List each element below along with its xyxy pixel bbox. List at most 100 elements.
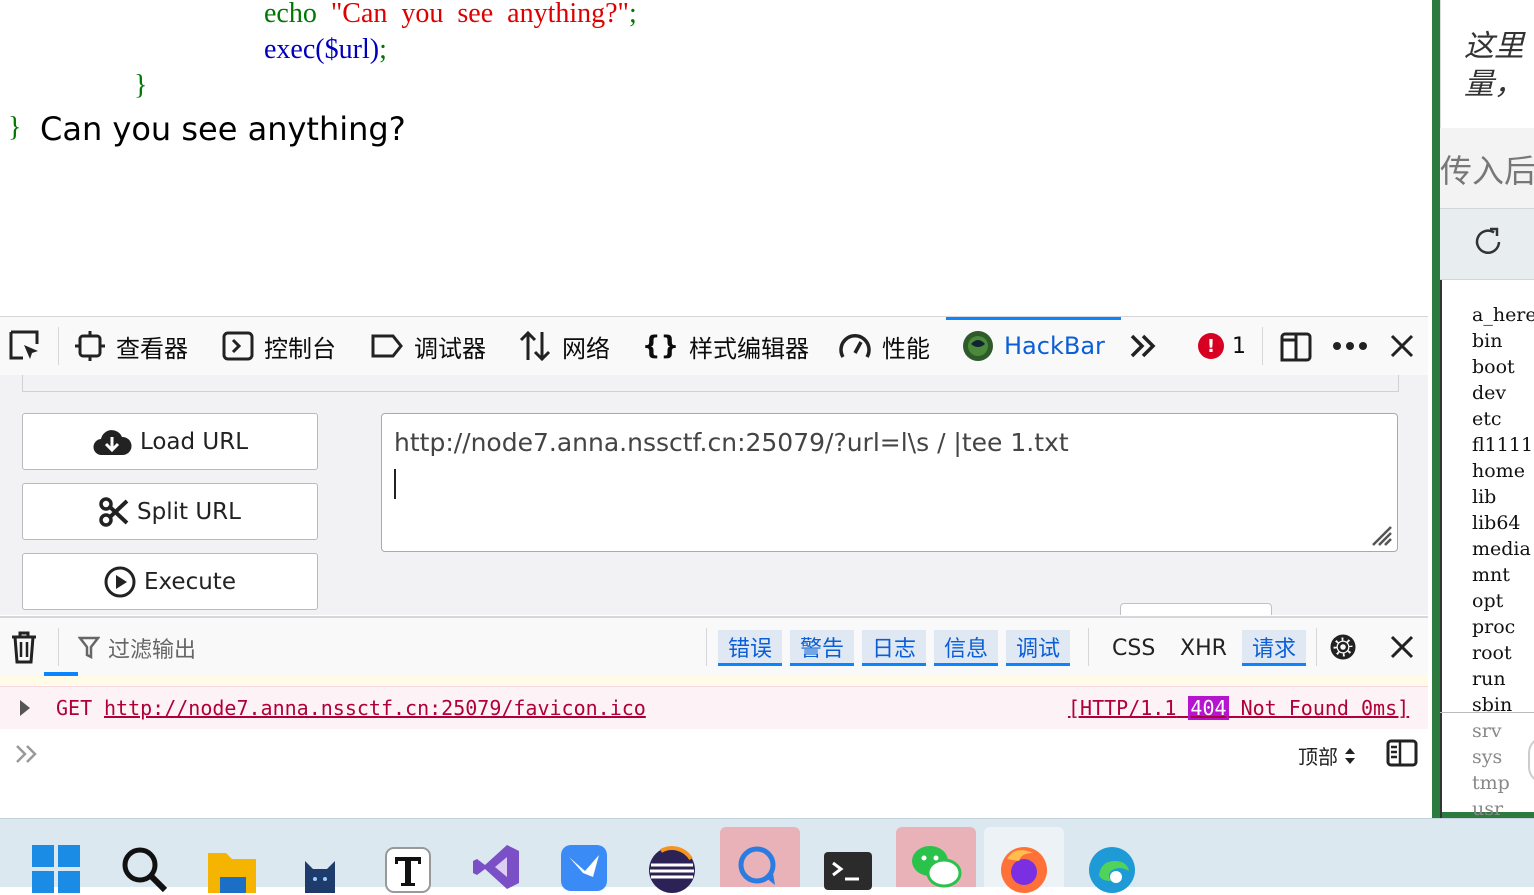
- console-close-button[interactable]: [1388, 633, 1416, 666]
- element-picker-button[interactable]: [8, 317, 42, 375]
- context-label: 顶部: [1298, 745, 1338, 769]
- tab-hackbar-label: HackBar: [1004, 332, 1105, 360]
- hackbar-logo-icon: [963, 331, 993, 361]
- more-options-icon: [1333, 342, 1367, 350]
- tab-console[interactable]: 控制台: [222, 317, 336, 375]
- error-icon: !: [1198, 333, 1224, 359]
- tab-style-editor[interactable]: {} 样式编辑器: [642, 317, 809, 375]
- error-count-button[interactable]: ! 1: [1198, 317, 1246, 375]
- filter-requests[interactable]: 请求: [1242, 630, 1307, 666]
- sidebar-toggle-button[interactable]: [1386, 739, 1418, 772]
- tab-style-editor-label: 样式编辑器: [689, 334, 810, 363]
- braces-icon: {}: [642, 331, 680, 361]
- hackbar-partial-control[interactable]: [1120, 603, 1272, 615]
- terminal-icon: [824, 852, 872, 890]
- wechat-icon: [912, 846, 962, 888]
- filter-css[interactable]: CSS: [1112, 630, 1155, 666]
- firefox-button[interactable]: [984, 827, 1064, 893]
- split-url-button[interactable]: Split URL: [22, 483, 318, 540]
- side-text-line2: 量，: [1464, 67, 1524, 102]
- tab-hackbar[interactable]: HackBar: [946, 317, 1121, 375]
- close-icon: [1390, 635, 1414, 659]
- request-url-link[interactable]: http://node7.anna.nssctf.cn:25079/favico…: [104, 696, 646, 720]
- side-window-heading: 这里 量，: [1464, 28, 1524, 104]
- tab-network[interactable]: 网络: [518, 317, 610, 375]
- side-window: 这里 量， 传入后 a_here_bin boot dev etc fl1111a hom…: [1428, 0, 1534, 818]
- eclipse-button[interactable]: [632, 827, 712, 893]
- list-item: tmp: [1472, 772, 1510, 794]
- feishu-icon: [561, 845, 607, 891]
- clear-console-button[interactable]: [10, 630, 38, 669]
- side-text-line1: 这里: [1464, 29, 1524, 64]
- list-item: run: [1472, 668, 1506, 690]
- start-button[interactable]: [16, 827, 96, 893]
- filter-debug[interactable]: 调试: [1006, 630, 1071, 666]
- list-item: dev: [1472, 382, 1507, 404]
- terminal-button[interactable]: [808, 827, 888, 890]
- directory-listing: a_here_bin boot dev etc fl1111a home lib lib64 m…: [1472, 302, 1534, 818]
- list-item: boot: [1472, 356, 1515, 378]
- load-url-button[interactable]: Load URL: [22, 413, 318, 470]
- edge-button[interactable]: [1072, 827, 1152, 893]
- wechat-button[interactable]: [896, 827, 976, 888]
- dock-toggle-button[interactable]: [1280, 317, 1312, 375]
- updown-icon: [1345, 747, 1355, 764]
- tab-inspector[interactable]: 查看器: [74, 317, 188, 375]
- trash-icon: [12, 631, 36, 664]
- sidebar-icon: [1386, 739, 1418, 767]
- filter-errors[interactable]: 错误: [718, 630, 783, 666]
- debugger-icon: [371, 334, 403, 358]
- list-item: home: [1472, 460, 1525, 482]
- hackbar-top-strip: [22, 375, 1399, 392]
- refresh-icon[interactable]: [1472, 226, 1504, 258]
- expand-arrow-icon[interactable]: [18, 698, 32, 718]
- devtools-toolbar: 查看器 控制台 调试器 网络 {} 样式编辑器 性能 HackBar ! 1: [0, 316, 1428, 376]
- filter-input[interactable]: 过滤输出: [78, 632, 196, 664]
- filter-xhr[interactable]: XHR: [1180, 630, 1227, 666]
- prompt-chevrons-icon: [16, 745, 37, 763]
- console-input-area[interactable]: 顶部: [0, 729, 1428, 815]
- play-circle-icon: [104, 566, 136, 597]
- visual-studio-button[interactable]: [456, 827, 536, 889]
- side-refresh-bar: [1440, 208, 1534, 280]
- url-textarea[interactable]: http://node7.anna.nssctf.cn:25079/?url=l…: [381, 413, 1398, 552]
- list-item: proc: [1472, 616, 1516, 638]
- list-item: usr: [1472, 798, 1504, 818]
- tab-performance[interactable]: 性能: [838, 317, 930, 375]
- devtools-menu-button[interactable]: [1332, 317, 1368, 375]
- filter-icon: [78, 636, 100, 660]
- typora-button[interactable]: [368, 827, 448, 893]
- feishu-button[interactable]: [544, 827, 624, 891]
- context-selector[interactable]: 顶部: [1298, 741, 1356, 770]
- list-item: media: [1472, 538, 1531, 560]
- console-message-row[interactable]: GET http://node7.anna.nssctf.cn:25079/fa…: [0, 676, 1428, 730]
- resize-grip-icon[interactable]: [1367, 521, 1393, 547]
- source-line-exec: exec($url);: [264, 34, 387, 65]
- filter-logs[interactable]: 日志: [862, 630, 927, 666]
- filter-placeholder: 过滤输出: [108, 638, 197, 663]
- chat-app-button[interactable]: [720, 827, 800, 887]
- http-version: [HTTP/1.1: [1068, 696, 1177, 720]
- list-item: opt: [1472, 590, 1504, 612]
- request-status-summary[interactable]: [HTTP/1.1 404 Not Found 0ms]: [1068, 696, 1409, 720]
- visual-studio-icon: [473, 845, 519, 889]
- file-explorer-button[interactable]: [192, 827, 272, 893]
- chevrons-right-icon: [1130, 334, 1156, 358]
- console-icon: [222, 331, 254, 361]
- source-line-echo: echo "Can you see anything?";: [264, 0, 637, 29]
- console-settings-button[interactable]: [1326, 630, 1360, 669]
- filter-info[interactable]: 信息: [934, 630, 999, 666]
- cat-app-button[interactable]: [280, 827, 360, 893]
- side-window-note: 传入后: [1440, 152, 1534, 190]
- list-item: bin: [1472, 330, 1503, 352]
- devtools-close-button[interactable]: [1388, 317, 1416, 375]
- execute-button[interactable]: Execute: [22, 553, 318, 610]
- taskbar-search-button[interactable]: [104, 827, 184, 893]
- tab-debugger[interactable]: 调试器: [370, 317, 486, 375]
- more-tabs-button[interactable]: [1128, 317, 1158, 375]
- filter-warnings[interactable]: 警告: [790, 630, 855, 666]
- execute-label: Execute: [144, 568, 236, 595]
- source-brace-outer: }: [8, 112, 22, 143]
- status-text: Not Found 0ms]: [1240, 696, 1410, 720]
- list-item: fl1111a: [1472, 434, 1534, 456]
